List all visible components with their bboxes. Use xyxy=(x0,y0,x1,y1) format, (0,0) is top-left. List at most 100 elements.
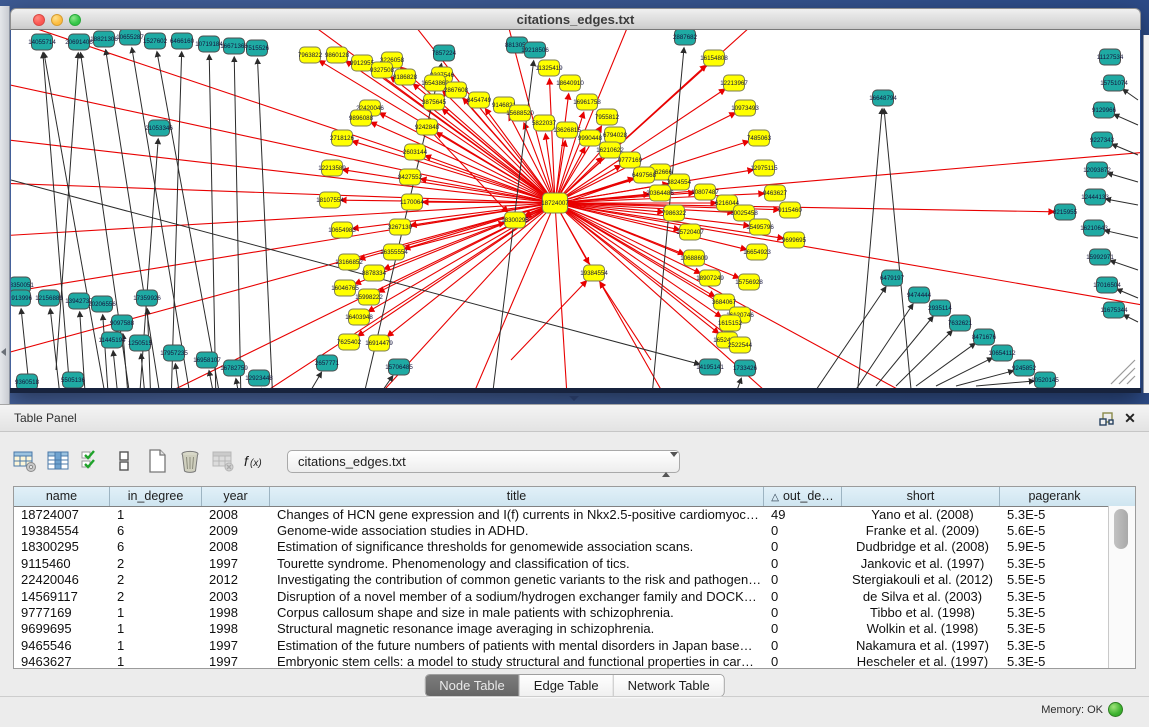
table-row[interactable]: 1872400712008Changes of HCN gene express… xyxy=(14,506,1109,522)
network-node[interactable]: 2603144 xyxy=(403,144,428,160)
network-node[interactable]: 20364486 xyxy=(646,185,674,201)
network-node[interactable]: 8878334 xyxy=(362,265,387,281)
network-node[interactable]: 15998222 xyxy=(355,289,383,305)
show-columns-icon[interactable] xyxy=(43,446,73,476)
network-node[interactable]: 12156889 xyxy=(35,290,63,306)
network-node[interactable]: 3875645 xyxy=(422,94,447,110)
network-node[interactable]: 7515526 xyxy=(245,40,270,56)
network-node[interactable]: 9227343 xyxy=(1090,132,1115,148)
network-node[interactable]: 9097588 xyxy=(110,315,135,331)
network-node[interactable]: 10655287 xyxy=(116,30,144,45)
network-node[interactable]: 10688609 xyxy=(680,250,708,266)
network-node[interactable]: 2657771 xyxy=(315,355,340,371)
network-node[interactable]: 15992971 xyxy=(1086,249,1114,265)
column-header-year[interactable]: year xyxy=(202,487,270,506)
network-node[interactable]: 9777169 xyxy=(618,152,643,168)
network-node[interactable]: 9860128 xyxy=(325,47,350,63)
new-column-icon[interactable] xyxy=(142,446,172,476)
table-row[interactable]: 2242004622012Investigating the contribut… xyxy=(14,572,1109,588)
resize-grip-icon[interactable] xyxy=(1111,360,1135,384)
network-node[interactable]: 15751074 xyxy=(1100,75,1128,91)
network-node[interactable]: 9242848 xyxy=(415,119,440,135)
network-node[interactable]: 2718126 xyxy=(330,130,355,146)
network-node[interactable]: 20206556 xyxy=(88,296,116,312)
network-node[interactable]: 16403948 xyxy=(345,309,373,325)
network-node[interactable]: 10654983 xyxy=(328,222,356,238)
network-node[interactable]: 18907249 xyxy=(696,270,724,286)
network-node[interactable]: 14195141 xyxy=(696,359,724,375)
network-node[interactable]: 20691406 xyxy=(65,34,93,50)
table-row[interactable]: 1456911722003Disruption of a novel membe… xyxy=(14,588,1109,604)
network-node[interactable]: 12975115 xyxy=(750,160,778,176)
network-node[interactable]: 12923448 xyxy=(245,370,273,386)
network-node[interactable]: 15756928 xyxy=(735,274,763,290)
network-node[interactable]: 3913996 xyxy=(11,290,33,306)
column-header-short[interactable]: short xyxy=(842,487,1000,506)
network-node[interactable]: 9129966 xyxy=(1092,102,1117,118)
network-node[interactable]: 18640910 xyxy=(556,75,584,91)
network-node[interactable]: 1615152 xyxy=(718,315,743,331)
table-row[interactable]: 969969511998Structural magnetic resonanc… xyxy=(14,621,1109,637)
network-node[interactable]: 1733426 xyxy=(733,360,758,376)
network-node[interactable]: 9360518 xyxy=(15,374,40,388)
select-rows-check-icon[interactable] xyxy=(76,446,106,476)
network-node[interactable]: 16958107 xyxy=(193,352,221,368)
network-node[interactable]: 9474444 xyxy=(907,287,932,303)
network-node[interactable]: 19384554 xyxy=(580,265,608,281)
close-panel-icon[interactable]: ✕ xyxy=(1123,410,1137,426)
network-node[interactable]: 3824554 xyxy=(667,174,692,190)
function-builder-icon[interactable]: f(x) xyxy=(241,446,271,476)
table-row[interactable]: 1830029562008Estimation of significance … xyxy=(14,539,1109,555)
table-row[interactable]: 977716911998Corpus callosum shape and si… xyxy=(14,604,1109,620)
delete-column-trash-icon[interactable] xyxy=(175,446,205,476)
column-header-pagerank[interactable]: pagerank xyxy=(1000,487,1109,506)
column-header-name[interactable]: name xyxy=(14,487,110,506)
network-node[interactable]: 11325419 xyxy=(535,60,563,76)
float-window-icon[interactable] xyxy=(1099,411,1115,427)
table-row[interactable]: 946362711997Embryonic stem cells: a mode… xyxy=(14,654,1109,668)
tab-edge-table[interactable]: Edge Table xyxy=(520,675,614,696)
network-node[interactable]: 18300295 xyxy=(501,212,529,228)
network-node[interactable]: 2935114 xyxy=(928,300,952,316)
network-node[interactable]: 15720407 xyxy=(676,224,704,240)
network-node[interactable]: 16654923 xyxy=(743,244,771,260)
network-node[interactable]: 6479197 xyxy=(880,270,905,286)
table-selector-dropdown[interactable]: citations_edges.txt xyxy=(287,450,680,473)
network-node[interactable]: 7986322 xyxy=(662,205,687,221)
network-node[interactable]: 9699695 xyxy=(782,232,807,248)
table-mode-icon[interactable] xyxy=(10,446,40,476)
network-node[interactable]: 12444133 xyxy=(1081,189,1109,205)
network-node[interactable]: 16782759 xyxy=(220,360,248,376)
network-node[interactable]: 6497568 xyxy=(632,167,657,183)
table-row[interactable]: 946554611997Estimation of the future num… xyxy=(14,637,1109,653)
network-node[interactable]: 9245852 xyxy=(1012,360,1037,376)
network-node[interactable]: 10520145 xyxy=(1031,372,1059,388)
network-node[interactable]: 8215955 xyxy=(1053,204,1078,220)
network-node[interactable]: 15688520 xyxy=(506,105,534,121)
network-node[interactable]: 18107554 xyxy=(316,192,344,208)
network-node[interactable]: 10654112 xyxy=(988,345,1016,361)
network-canvas[interactable]: 1872400779638229860128991295532260589327… xyxy=(11,30,1140,388)
column-header-title[interactable]: title xyxy=(270,487,764,506)
column-header-out_de[interactable]: △out_de… xyxy=(764,487,842,506)
network-node[interactable]: 9896088 xyxy=(349,110,374,126)
network-node[interactable]: 9990448 xyxy=(578,130,603,146)
network-node[interactable]: 2887682 xyxy=(673,30,698,45)
network-node[interactable]: 17957235 xyxy=(160,345,188,361)
table-row[interactable]: 911546021997Tourette syndrome. Phenomeno… xyxy=(14,555,1109,571)
network-node[interactable]: 10973493 xyxy=(731,100,759,116)
network-node[interactable]: 19218506 xyxy=(521,42,549,58)
network-node[interactable]: 12213589 xyxy=(318,160,346,176)
network-node[interactable]: 9463627 xyxy=(763,185,788,201)
network-node[interactable]: 9115460 xyxy=(778,202,802,218)
network-node[interactable]: 2522544 xyxy=(728,337,753,353)
network-node[interactable]: 17016504 xyxy=(1093,277,1121,293)
network-node[interactable]: 21053346 xyxy=(145,120,173,136)
control-panel-collapsed-strip[interactable] xyxy=(0,6,10,404)
window-titlebar[interactable]: citations_edges.txt xyxy=(10,8,1141,30)
network-node[interactable]: 8186828 xyxy=(393,69,418,85)
table-row[interactable]: 1938455462009Genome-wide association stu… xyxy=(14,522,1109,538)
network-node[interactable]: 7632621 xyxy=(948,315,973,331)
network-node[interactable]: 5505136 xyxy=(61,372,86,388)
network-node[interactable]: 1527602 xyxy=(143,33,168,49)
